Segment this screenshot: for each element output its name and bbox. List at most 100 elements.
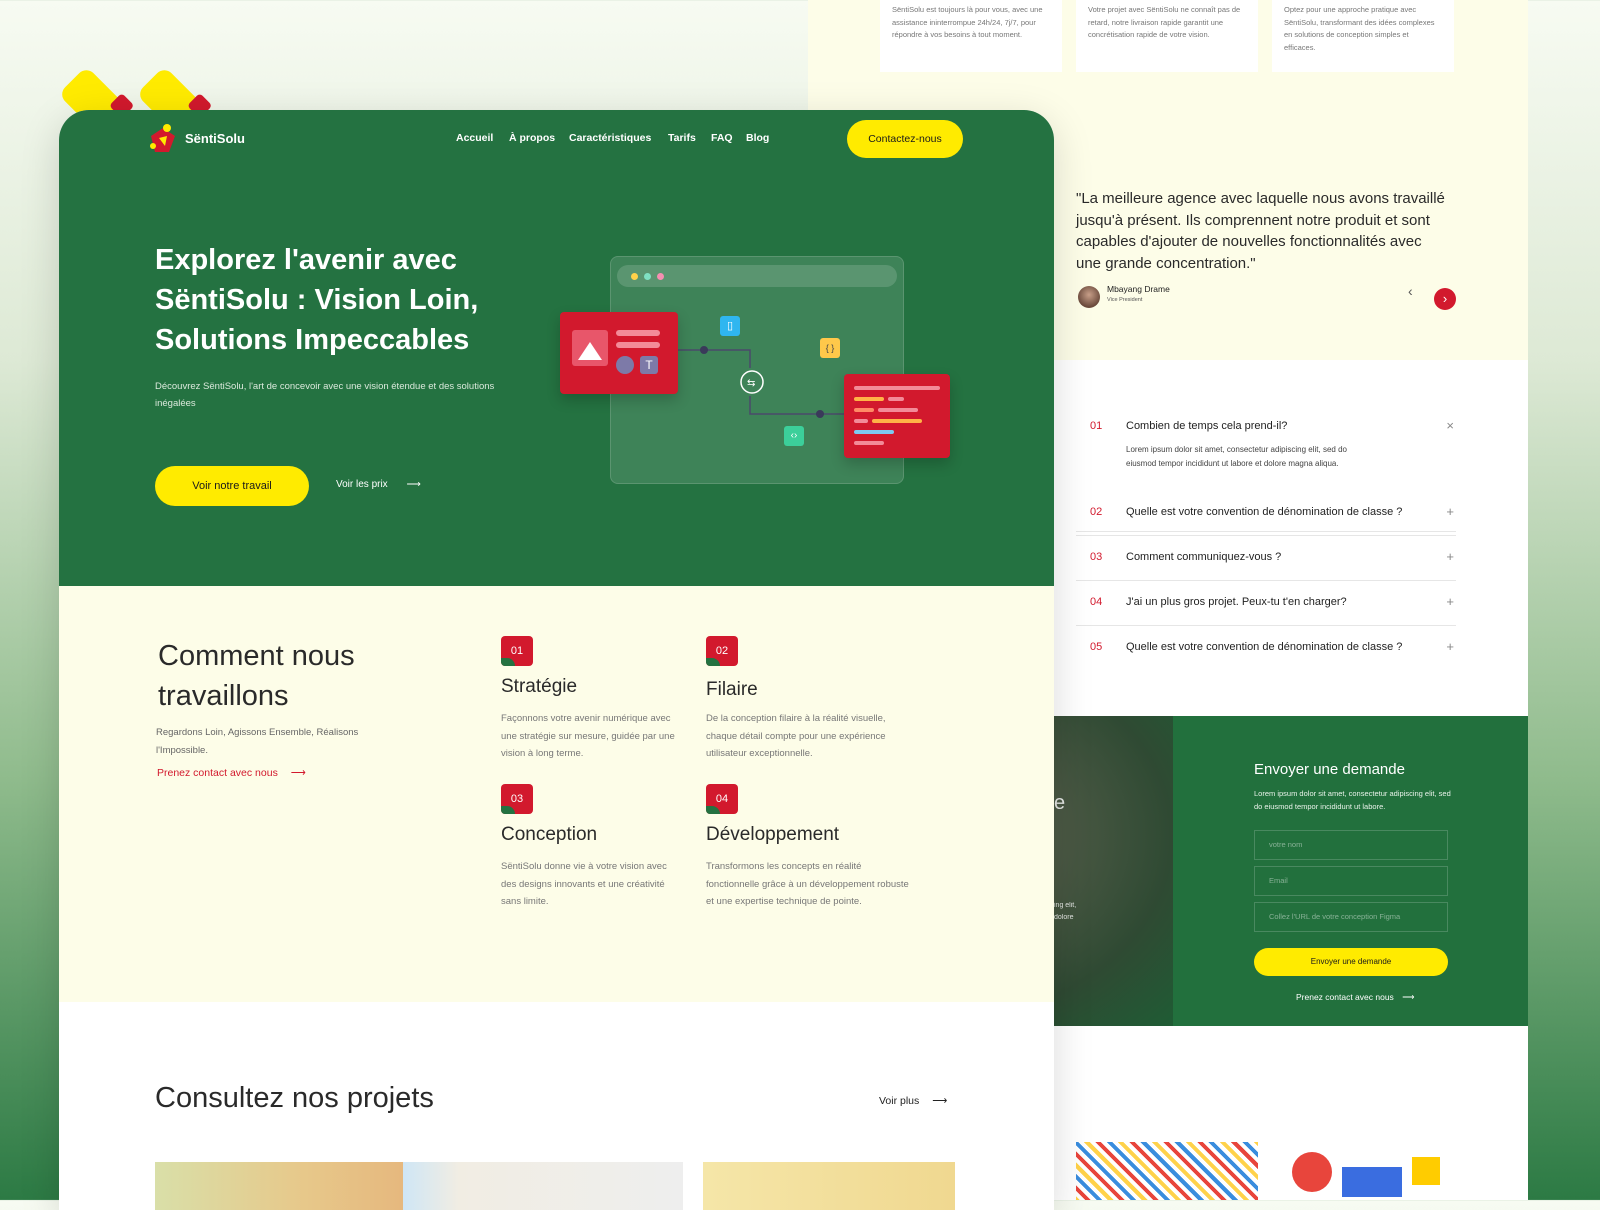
code-line — [872, 419, 922, 423]
thumb-shape — [1292, 1152, 1332, 1192]
shape-circle — [616, 356, 634, 374]
plus-icon[interactable]: + — [1446, 639, 1454, 654]
image-card: T — [560, 312, 678, 394]
how-contact-link-label: Prenez contact avec nous — [157, 767, 278, 779]
code-line — [888, 397, 904, 401]
view-work-button[interactable]: Voir notre travail — [155, 466, 309, 506]
code-line — [854, 397, 884, 401]
photo-overlay-text: dolore — [1054, 914, 1074, 921]
nav-item-blog[interactable]: Blog — [746, 132, 769, 144]
logo-text: SëntiSolu — [185, 131, 245, 146]
code-line — [854, 441, 884, 445]
step-title: Filaire — [706, 679, 758, 700]
email-field[interactable]: Email — [1254, 866, 1448, 896]
project-card[interactable] — [403, 1162, 683, 1210]
arrow-right-icon: ⟶ — [290, 767, 306, 779]
faq-item[interactable]: 02 Quelle est votre convention de dénomi… — [1076, 504, 1456, 536]
code-icon: ‹› — [784, 426, 804, 446]
feature-card: SëntiSolu est toujours là pour vous, ave… — [880, 0, 1062, 72]
code-line — [854, 408, 874, 412]
nav-item-faq[interactable]: FAQ — [711, 132, 733, 144]
image-mountain — [578, 342, 602, 360]
view-pricing-label: Voir les prix — [336, 479, 388, 490]
nav-item-accueil[interactable]: Accueil — [456, 132, 493, 144]
contact-title: Envoyer une demande — [1254, 761, 1405, 778]
see-more-link[interactable]: Voir plus ⟶ — [879, 1095, 947, 1107]
contact-button[interactable]: Contactez-nous — [847, 120, 963, 158]
project-thumb[interactable] — [1076, 1142, 1258, 1200]
hero-illustration: ⇆ T ▯ { } ‹› — [554, 256, 954, 486]
hero-section: SëntiSolu Accueil À propos Caractéristiq… — [59, 110, 1054, 586]
contact-text: Lorem ipsum dolor sit amet, consectetur … — [1254, 789, 1451, 811]
thumb-shape — [1342, 1167, 1402, 1197]
send-request-button[interactable]: Envoyer une demande — [1254, 948, 1448, 976]
step-title: Conception — [501, 824, 598, 845]
step-badge: 03 — [501, 784, 533, 814]
step-badge: 01 — [501, 636, 533, 666]
step-title: Stratégie — [501, 676, 578, 697]
how-contact-link[interactable]: Prenez contact avec nous ⟶ — [157, 767, 306, 779]
plus-icon[interactable]: + — [1446, 549, 1454, 564]
step-title: Développement — [706, 824, 840, 845]
testimonial-quote: "La meilleure agence avec laquelle nous … — [1076, 190, 1445, 272]
project-card[interactable] — [155, 1162, 403, 1210]
faq-number: 01 — [1090, 420, 1103, 432]
step-badge: 04 — [706, 784, 738, 814]
text-tool-icon: T — [640, 356, 658, 374]
next-arrow-button[interactable]: › — [1434, 288, 1456, 310]
plus-icon[interactable]: + — [1446, 504, 1454, 519]
prev-arrow-button[interactable]: ‹ — [1408, 283, 1413, 299]
code-card — [844, 374, 950, 458]
name-field[interactable]: votre nom — [1254, 830, 1448, 860]
thumb-shape — [1412, 1157, 1440, 1185]
faq-question: Quelle est votre convention de dénominat… — [1126, 506, 1403, 518]
faq-item[interactable]: 05 Quelle est votre convention de dénomi… — [1076, 639, 1456, 671]
how-title: Comment nous travaillons — [158, 640, 355, 712]
figma-url-field[interactable]: Collez l'URL de votre conception Figma — [1254, 902, 1448, 932]
image-icon — [572, 330, 608, 366]
nav-item-a-propos[interactable]: À propos — [509, 132, 555, 144]
text-line — [616, 330, 660, 336]
how-text: Regardons Loin, Agissons Ensemble, Réali… — [156, 727, 359, 756]
code-line — [854, 419, 868, 423]
code-line — [854, 386, 940, 390]
contact-link-label: Prenez contact avec nous — [1296, 992, 1394, 1002]
photo-overlay-text: ing elit, — [1054, 902, 1077, 909]
avatar — [1078, 286, 1100, 308]
step-text: Façonnons votre avenir numérique avec un… — [501, 713, 675, 759]
plus-icon[interactable]: + — [1446, 594, 1454, 609]
faq-question: Comment communiquez-vous ? — [1126, 551, 1282, 563]
step-text: De la conception filaire à la réalité vi… — [706, 713, 886, 759]
faq-number: 03 — [1090, 551, 1103, 563]
project-card[interactable] — [703, 1162, 955, 1210]
feature-card: Optez pour une approche pratique avec Së… — [1272, 0, 1454, 72]
arrow-right-icon: ⟶ — [932, 1095, 948, 1107]
step-text: Transformons les concepts en réalité fon… — [706, 861, 909, 907]
view-pricing-link[interactable]: Voir les prix ⟶ — [336, 479, 421, 490]
step-text: SëntiSolu donne vie à votre vision avec … — [501, 861, 667, 907]
step-badge: 02 — [706, 636, 738, 666]
arrow-right-icon: ⟶ — [1402, 992, 1415, 1002]
faq-question: J'ai un plus gros projet. Peux-tu t'en c… — [1126, 596, 1347, 608]
projects-section: Consultez nos projets Voir plus ⟶ — [59, 1002, 1054, 1210]
how-we-work-section: Comment nous travaillons Regardons Loin,… — [59, 586, 1054, 1002]
faq-item[interactable]: 04 J'ai un plus gros projet. Peux-tu t'e… — [1076, 594, 1456, 626]
svg-text:⇆: ⇆ — [747, 378, 755, 389]
faq-number: 04 — [1090, 596, 1103, 608]
code-line — [878, 408, 918, 412]
nav-item-caracteristiques[interactable]: Caractéristiques — [569, 132, 651, 144]
testimonial-author: Mbayang Drame — [1107, 284, 1170, 294]
close-icon[interactable]: × — [1446, 418, 1454, 433]
project-thumb[interactable] — [1272, 1142, 1454, 1200]
projects-title: Consultez nos projets — [155, 1082, 434, 1114]
file-icon: ▯ — [720, 316, 740, 336]
faq-answer: Lorem ipsum dolor sit amet, consectetur … — [1126, 445, 1347, 468]
faq-item[interactable]: 03 Comment communiquez-vous ? + — [1076, 549, 1456, 581]
faq-number: 05 — [1090, 641, 1103, 653]
hero-title: Explorez l'avenir avec SëntiSolu : Visio… — [155, 244, 479, 356]
nav-item-tarifs[interactable]: Tarifs — [668, 132, 696, 144]
text-line — [616, 342, 660, 348]
contact-link[interactable]: Prenez contact avec nous ⟶ — [1296, 992, 1414, 1003]
see-more-label: Voir plus — [879, 1095, 920, 1107]
feature-card: Votre projet avec SëntiSolu ne connaît p… — [1076, 0, 1258, 72]
